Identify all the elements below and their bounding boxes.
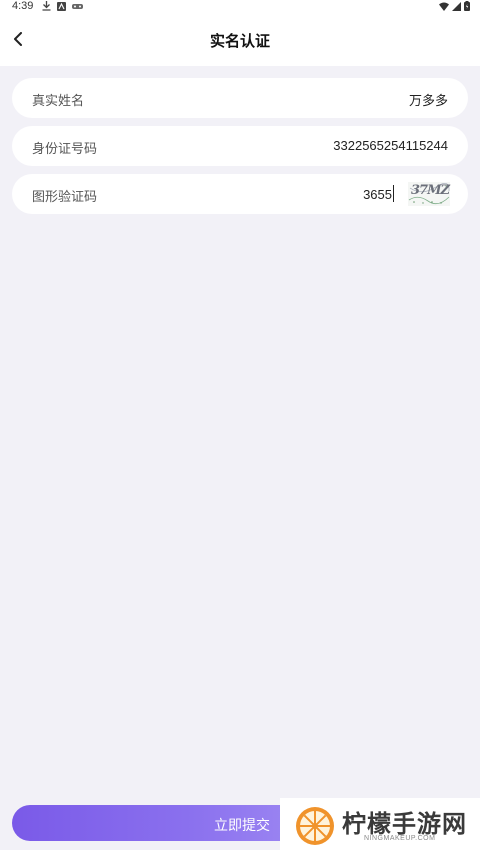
submit-label: 立即提交 [214,817,270,833]
watermark-text: 柠檬手游网 [342,811,467,838]
wifi-icon [439,2,449,11]
watermark: 柠檬手游网 NINGMAKEUP.COM [280,798,480,850]
name-label: 真实姓名 [32,93,85,108]
nav-bar: 实名认证 [0,14,480,66]
captcha-image[interactable]: 37MZ [408,182,450,206]
text-cursor [393,185,394,202]
id-number-row[interactable]: 身份证号码 3322565254115244 [12,126,468,166]
notification-a-icon [57,1,66,11]
captcha-input[interactable] [232,184,392,204]
notification-game-icon [72,3,83,9]
battery-icon [464,1,470,11]
name-field[interactable]: 万多多 [409,90,448,109]
id-number-label: 身份证号码 [32,141,98,156]
status-icons-right [439,0,470,12]
page-title: 实名认证 [209,33,270,50]
watermark-subtext: NINGMAKEUP.COM [364,835,436,842]
submit-button[interactable]: 立即提交 [12,805,302,841]
signal-icon [452,1,461,11]
name-row[interactable]: 真实姓名 万多多 [12,78,468,118]
captcha-image-text: 37MZ [411,183,450,198]
status-bar: 4:39 [0,0,480,14]
status-time: 4:39 [12,0,34,12]
download-icon [42,1,51,11]
status-icons-left [42,0,83,12]
lemon-logo-icon [296,807,334,845]
captcha-row[interactable]: 图形验证码 37MZ [12,174,468,214]
id-number-field[interactable]: 3322565254115244 [333,138,448,153]
captcha-label: 图形验证码 [32,189,98,204]
